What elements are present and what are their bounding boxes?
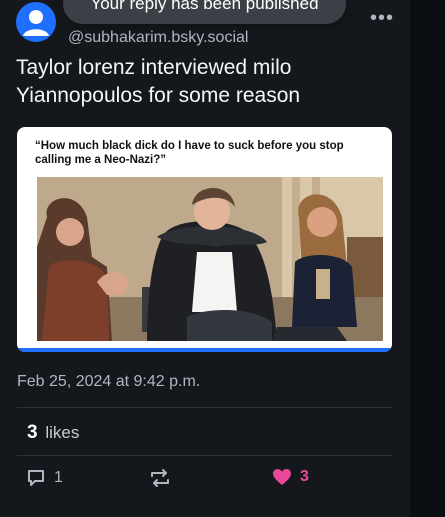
reply-button[interactable]: 1: [26, 468, 63, 488]
post-text: Taylor lorenz interviewed milo Yiannopou…: [16, 56, 301, 107]
author-handle[interactable]: @subhakarim.bsky.social: [68, 29, 248, 47]
avatar[interactable]: [16, 2, 56, 42]
likes-label: likes: [45, 423, 80, 442]
image-embed[interactable]: “How much black dick do I have to suck b…: [17, 127, 392, 352]
repost-icon: [151, 469, 169, 487]
divider: [17, 455, 392, 456]
scroll-gutter: [410, 0, 445, 517]
post-timestamp: Feb 25, 2024 at 9:42 p.m.: [17, 373, 201, 390]
likes-summary[interactable]: 3 likes: [27, 422, 79, 444]
divider: [17, 407, 392, 408]
heart-icon: [273, 469, 291, 485]
default-avatar-icon: [23, 10, 49, 36]
toast-notification: Your reply has been published: [63, 0, 346, 24]
like-button[interactable]: 3: [272, 468, 309, 486]
like-count: 3: [300, 468, 309, 485]
embed-photo: [37, 177, 383, 341]
likes-count: 3: [27, 422, 38, 443]
reply-count: 1: [54, 469, 63, 486]
post-actions: 1 3: [0, 468, 410, 498]
interview-photo: [37, 177, 383, 341]
reply-icon: [28, 470, 44, 486]
repost-button[interactable]: [148, 468, 172, 488]
more-options-icon[interactable]: •••: [370, 8, 394, 28]
embed-quote-text: “How much black dick do I have to suck b…: [35, 140, 344, 166]
embed-accent-bar: [17, 348, 392, 352]
post-panel: @subhakarim.bsky.social ••• Taylor loren…: [0, 0, 410, 517]
